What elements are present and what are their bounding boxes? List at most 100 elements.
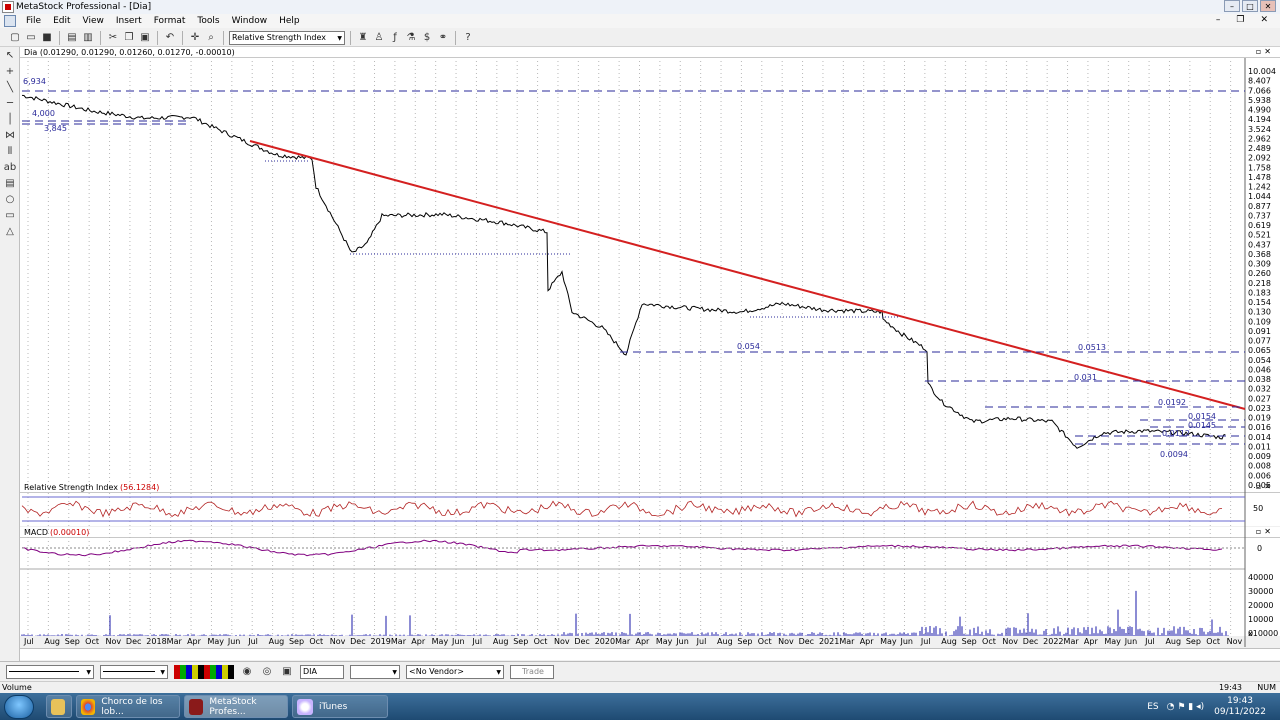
menu-help[interactable]: Help: [273, 16, 306, 26]
close-button[interactable]: ✕: [1260, 0, 1276, 12]
x-tick-label: Oct: [309, 637, 323, 646]
ellipse-icon[interactable]: ○: [2, 193, 18, 207]
y-tick-label: 0.065: [1248, 346, 1271, 355]
minimize-button[interactable]: –: [1224, 0, 1240, 12]
y-tick-label: 4.990: [1248, 106, 1271, 115]
volume-y-tick: 20000: [1248, 601, 1273, 610]
volume-y-tick: 10000: [1248, 615, 1273, 624]
text-tool-icon[interactable]: ab: [2, 161, 18, 175]
document-icon[interactable]: [4, 15, 16, 27]
indicator-select-value: Relative Strength Index: [232, 33, 326, 42]
pointer-icon[interactable]: ↖: [2, 49, 18, 63]
globe-icon[interactable]: ◎: [260, 665, 274, 679]
undo-icon[interactable]: ↶: [163, 31, 177, 45]
menu-tools[interactable]: Tools: [191, 16, 225, 26]
status-text: Volume: [2, 683, 32, 692]
toolbar-separator: [455, 30, 456, 45]
x-tick-label: Nov: [778, 637, 794, 646]
indicator-builder-icon[interactable]: ƒ: [388, 31, 402, 45]
chart-area[interactable]: Jul Aug Sep Oct Nov Dec 2018 Mar Apr May Jun Jul Aug…: [20, 47, 1280, 647]
y-tick-label: 2.962: [1248, 134, 1271, 143]
taskbar: Chorco de los lob... MetaStock Profes...…: [0, 693, 1280, 720]
fibonacci-icon[interactable]: ⋈: [2, 129, 18, 143]
help-icon[interactable]: ?: [461, 31, 475, 45]
itunes-icon: [297, 698, 313, 715]
open-icon[interactable]: ▭: [24, 31, 38, 45]
trendline-icon[interactable]: ╲: [2, 81, 18, 95]
mdi-restore-button[interactable]: ❐: [1230, 15, 1250, 25]
chrome-icon[interactable]: ◉: [240, 665, 254, 679]
menu-edit[interactable]: Edit: [47, 16, 76, 26]
menu-insert[interactable]: Insert: [110, 16, 148, 26]
price-level-label: 4,000: [32, 109, 55, 118]
horizontal-line-icon[interactable]: ─: [2, 97, 18, 111]
cycle-lines-icon[interactable]: ⫴: [2, 145, 18, 159]
y-tick-label: 0.183: [1248, 288, 1271, 297]
metastock-app-icon: [2, 1, 14, 13]
camera-icon[interactable]: ▣: [280, 665, 294, 679]
line-style-select[interactable]: ▼: [6, 664, 94, 679]
rsi-y-tick: 50: [1253, 504, 1263, 513]
mdi-minimize-button[interactable]: –: [1210, 15, 1227, 25]
y-tick-label: 2.489: [1248, 144, 1271, 153]
x-tick-label: Oct: [534, 637, 548, 646]
x-tick-label: Jul: [471, 637, 482, 646]
expert-advisor-icon[interactable]: ♙: [372, 31, 386, 45]
menu-format[interactable]: Format: [148, 16, 192, 26]
menu-window[interactable]: Window: [226, 16, 274, 26]
taskbar-itunes[interactable]: iTunes: [292, 695, 388, 718]
triangle-icon[interactable]: △: [2, 225, 18, 239]
taskbar-metastock-label: MetaStock Profes...: [209, 696, 257, 717]
crosshair-icon[interactable]: ✛: [188, 31, 202, 45]
x-tick-label: Apr: [187, 637, 202, 646]
y-tick-label: 0.877: [1248, 202, 1271, 211]
app-window: MetaStock Professional - [Dia] – □ ✕ Fil…: [0, 0, 1280, 720]
print-preview-icon[interactable]: ▥: [81, 31, 95, 45]
chart-scrollbar[interactable]: [20, 648, 1280, 660]
line-weight-select[interactable]: ▼: [100, 664, 168, 679]
language-indicator[interactable]: ES: [1147, 702, 1158, 712]
copy-icon[interactable]: ❐: [122, 31, 136, 45]
menu-view[interactable]: View: [77, 16, 110, 26]
toolbar-separator: [100, 30, 101, 45]
x-tick-label: May: [432, 637, 449, 646]
y-tick-label: 4.194: [1248, 115, 1271, 124]
symbol-field[interactable]: DIA: [300, 664, 344, 679]
trade-button[interactable]: Trade: [510, 664, 554, 679]
cut-icon[interactable]: ✂: [106, 31, 120, 45]
channel-icon[interactable]: ▤: [2, 177, 18, 191]
vendor-select[interactable]: <No Vendor> ▼: [406, 664, 504, 679]
new-icon[interactable]: ▢: [8, 31, 22, 45]
paste-icon[interactable]: ▣: [138, 31, 152, 45]
y-tick-label: 2.092: [1248, 154, 1271, 163]
start-button[interactable]: [4, 694, 34, 719]
indicator-select[interactable]: Relative Strength Index ▼: [229, 30, 345, 45]
rectangle-icon[interactable]: ▭: [2, 209, 18, 223]
y-tick-label: 0.619: [1248, 221, 1271, 230]
menu-file[interactable]: File: [20, 16, 47, 26]
system-tester-icon[interactable]: ⚗: [404, 31, 418, 45]
chrome-app-icon: [81, 698, 96, 715]
maximize-button[interactable]: □: [1242, 0, 1258, 12]
mdi-close-button[interactable]: ✕: [1254, 15, 1274, 25]
print-icon[interactable]: ▤: [65, 31, 79, 45]
vertical-line-icon[interactable]: │: [2, 113, 18, 127]
vendor-value: <No Vendor>: [409, 667, 464, 676]
periodicity-select[interactable]: ▼: [350, 664, 400, 679]
binoculars-icon[interactable]: ⚭: [436, 31, 450, 45]
save-icon[interactable]: ■: [40, 31, 54, 45]
taskbar-folder-icon[interactable]: [46, 695, 72, 718]
crosshair-tool-icon[interactable]: +: [2, 65, 18, 79]
zoom-icon[interactable]: ⌕: [204, 31, 218, 45]
color-palette[interactable]: [174, 664, 234, 679]
dollar-icon[interactable]: $: [420, 31, 434, 45]
x-tick-label: Jun: [899, 637, 913, 646]
x-tick-label: Aug: [941, 637, 957, 646]
toolbar-separator: [223, 30, 224, 45]
tray-clock[interactable]: 19:43 09/11/2022: [1214, 696, 1266, 718]
taskbar-metastock[interactable]: MetaStock Profes...: [184, 695, 288, 718]
tray-time: 19:43: [1227, 695, 1254, 706]
tray-icons[interactable]: ◔ ⚑ ▮ ◂): [1167, 702, 1205, 712]
explorer-icon[interactable]: ♜: [356, 31, 370, 45]
taskbar-chrome[interactable]: Chorco de los lob...: [76, 695, 180, 718]
